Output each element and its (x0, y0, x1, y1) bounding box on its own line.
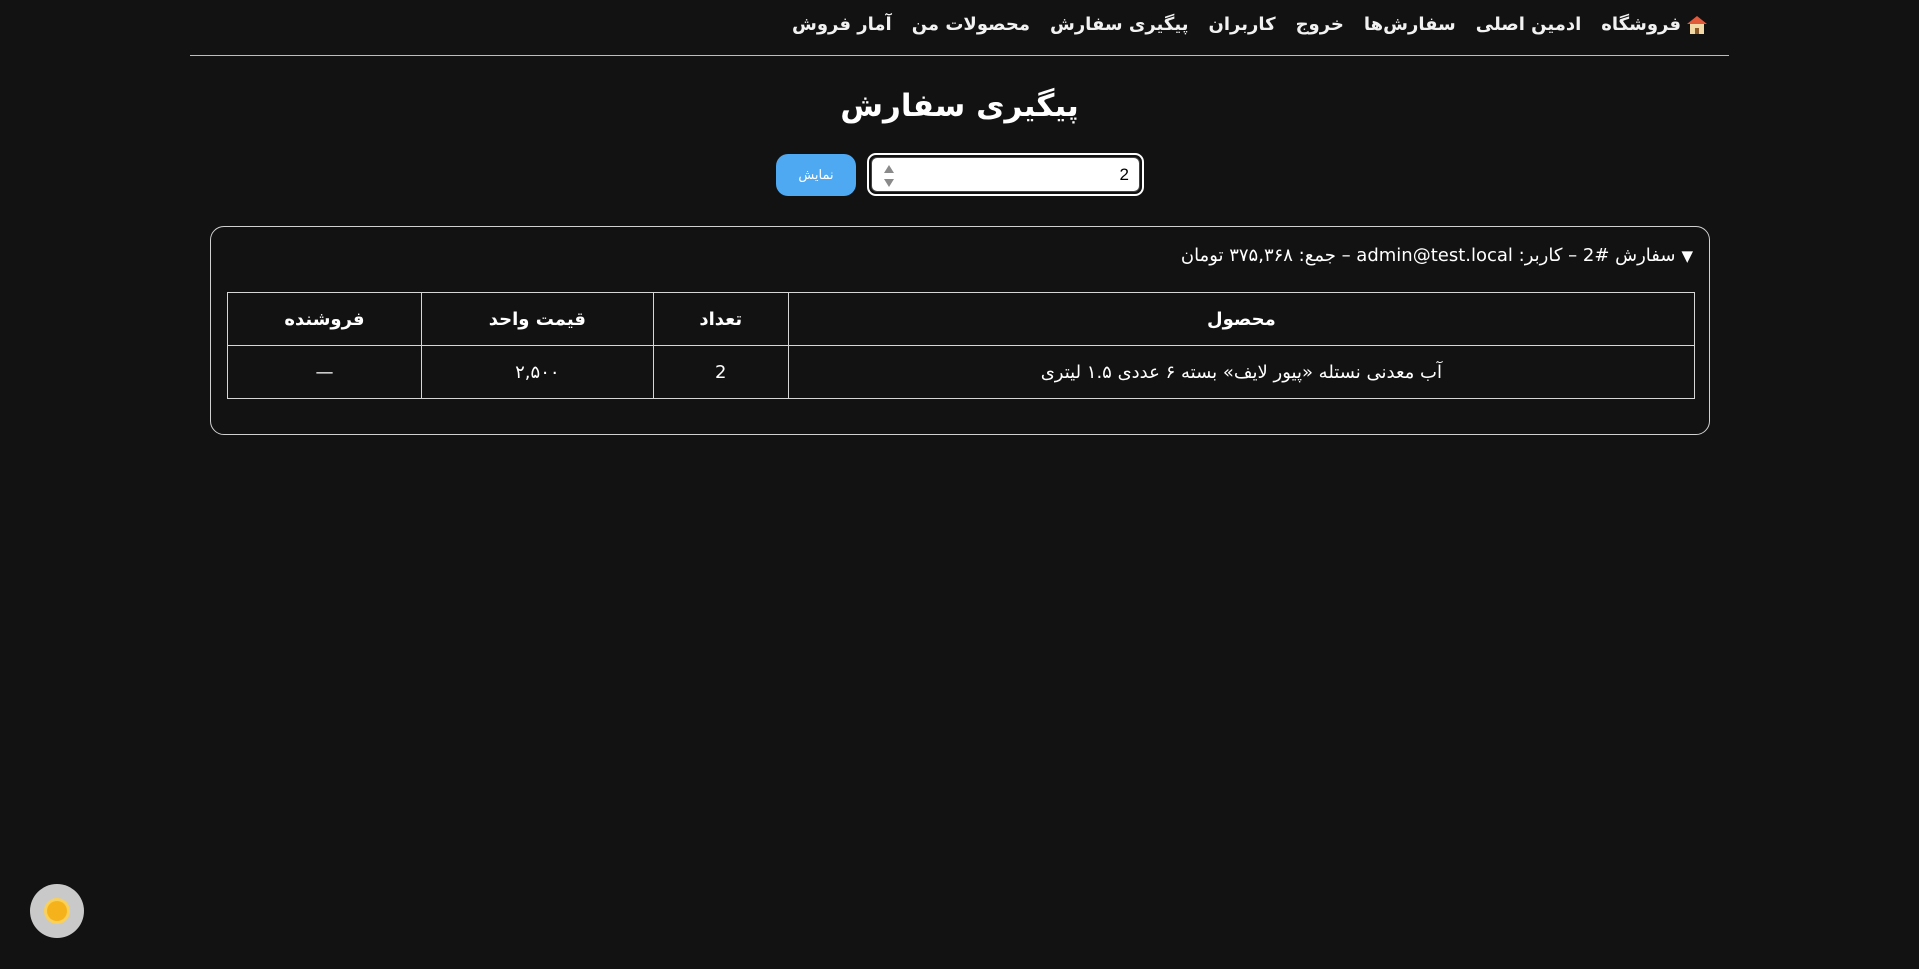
nav-item-label: فروشگاه (1601, 13, 1681, 35)
show-button[interactable]: نمایش (776, 154, 856, 196)
column-header-quantity: تعداد (652, 292, 789, 346)
chevron-down-icon[interactable] (884, 179, 894, 187)
nav-item-order-tracking[interactable]: پیگیری سفارش (1050, 15, 1189, 34)
nav-item-sales-stats[interactable]: آمار فروش (792, 15, 892, 34)
cell-product: آب معدنی نستله «پیور لایف» بسته ۶ عددی ۱… (787, 345, 1696, 399)
order-summary-toggle[interactable]: ▼ سفارش #2 – کاربر: admin@test.local – ج… (1181, 245, 1693, 266)
cell-seller: — (227, 345, 422, 399)
sun-icon (47, 901, 67, 921)
nav-item-main-admin[interactable]: ادمین اصلی (1476, 15, 1582, 34)
order-items-table: محصول تعداد قیمت واحد فروشنده آب معدنی ن… (227, 292, 1696, 399)
column-header-seller: فروشنده (227, 292, 422, 346)
caret-down-icon: ▼ (1681, 246, 1693, 265)
nav-item-my-products[interactable]: محصولات من (912, 15, 1030, 34)
page-title: پیگیری سفارش (840, 88, 1079, 124)
column-header-unit-price: قیمت واحد (420, 292, 654, 346)
nav-item-orders[interactable]: سفارش‌ها (1364, 15, 1456, 34)
number-spinner[interactable] (883, 165, 895, 187)
home-icon (1687, 15, 1707, 34)
theme-toggle-button[interactable] (30, 884, 84, 938)
nav-item-store[interactable]: فروشگاه (1601, 13, 1707, 35)
order-summary-text: سفارش #2 – کاربر: admin@test.local – جمع… (1180, 245, 1676, 266)
nav-item-users[interactable]: کاربران (1208, 15, 1275, 34)
table-row: آب معدنی نستله «پیور لایف» بسته ۶ عددی ۱… (227, 345, 1696, 399)
cell-quantity: 2 (652, 345, 789, 399)
order-id-input[interactable] (871, 157, 1140, 192)
top-nav: فروشگاه ادمین اصلی سفارش‌ها خروج کاربران… (190, 0, 1729, 56)
table-header-row: محصول تعداد قیمت واحد فروشنده (227, 292, 1696, 346)
chevron-up-icon[interactable] (884, 165, 894, 173)
order-id-field (867, 153, 1144, 196)
column-header-product: محصول (787, 292, 1696, 346)
nav-item-logout[interactable]: خروج (1296, 15, 1344, 34)
cell-unit-price: ۲,۵۰۰ (420, 345, 654, 399)
order-card: ▼ سفارش #2 – کاربر: admin@test.local – ج… (210, 226, 1710, 435)
